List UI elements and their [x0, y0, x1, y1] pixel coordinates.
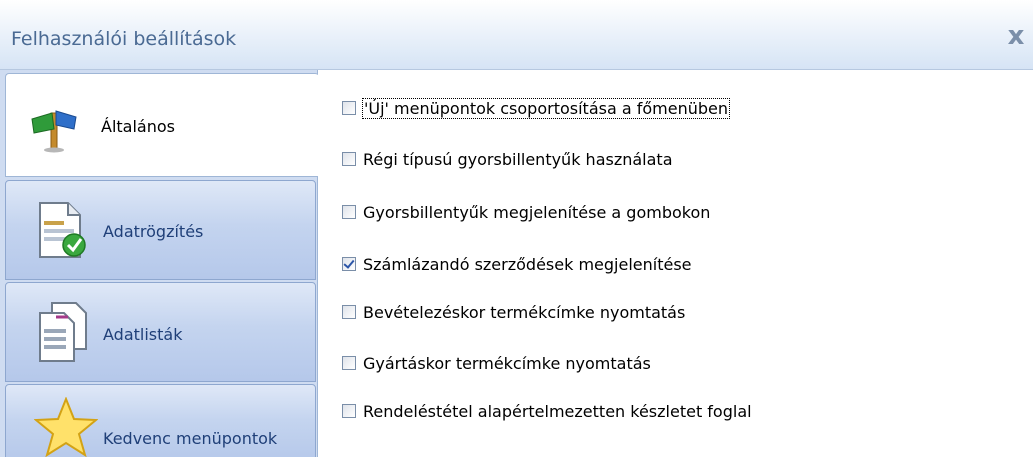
tab-altalanos[interactable]: Általános [5, 73, 319, 177]
document-check-icon [39, 202, 86, 258]
option-uj-menupontok[interactable]: 'Új' menüpontok csoportosítása a főmenüb… [342, 97, 731, 119]
option-label: 'Új' menüpontok csoportosítása a főmenüb… [361, 97, 731, 119]
tab-label: Kedvenc menüpontok [103, 429, 278, 448]
checkbox[interactable] [342, 205, 356, 219]
option-bevetelezes-cimke[interactable]: Bevételezéskor termékcímke nyomtatás [342, 301, 685, 323]
option-label: Rendeléstétel alapértelmezetten készlete… [363, 401, 752, 421]
documents-icon [39, 302, 87, 362]
option-label: Gyártáskor termékcímke nyomtatás [363, 353, 651, 373]
tab-adatlistak[interactable]: Adatlisták [5, 282, 316, 382]
tab-kedvenc-menupontok[interactable]: Kedvenc menüpontok [5, 384, 316, 457]
option-regi-gyorsbillentyuk[interactable]: Régi típusú gyorsbillentyűk használata [342, 148, 673, 170]
checkbox[interactable] [342, 101, 356, 115]
option-szamlazando-szerzodesek[interactable]: Számlázandó szerződések megjelenítése [342, 253, 692, 275]
checkbox[interactable] [342, 152, 356, 166]
option-label: Bevételezéskor termékcímke nyomtatás [363, 302, 686, 322]
option-gyorsbillentyuk-gombokon[interactable]: Gyorsbillentyűk megjelenítése a gombokon [342, 201, 710, 223]
checkbox-checked[interactable] [342, 257, 356, 271]
tab-label: Adatrögzítés [103, 222, 204, 241]
tab-label: Adatlisták [103, 325, 183, 344]
options-panel: 'Új' menüpontok csoportosítása a főmenüb… [318, 70, 1033, 457]
checkbox[interactable] [342, 305, 356, 319]
option-rendelestetel-foglal[interactable]: Rendeléstétel alapértelmezetten készlete… [342, 400, 752, 422]
option-label: Gyorsbillentyűk megjelenítése a gombokon [363, 202, 711, 222]
option-label: Számlázandó szerződések megjelenítése [363, 254, 692, 274]
tab-adatrogzites[interactable]: Adatrögzítés [5, 180, 316, 280]
tab-label: Általános [101, 117, 175, 136]
category-tabs: Általános Adatrögzítés Adatlisták Kedven… [0, 70, 319, 457]
option-label: Régi típusú gyorsbillentyűk használata [363, 149, 673, 169]
window-title: Felhasználói beállítások [11, 28, 237, 50]
signpost-icon [31, 110, 77, 153]
checkbox[interactable] [342, 356, 356, 370]
title-bar: Felhasználói beállítások x [0, 0, 1033, 70]
settings-window: Felhasználói beállítások x Általános Ada… [0, 0, 1033, 457]
close-icon[interactable]: x [1005, 22, 1027, 50]
checkbox[interactable] [342, 404, 356, 418]
option-gyartas-cimke[interactable]: Gyártáskor termékcímke nyomtatás [342, 352, 651, 374]
star-icon [34, 397, 98, 457]
